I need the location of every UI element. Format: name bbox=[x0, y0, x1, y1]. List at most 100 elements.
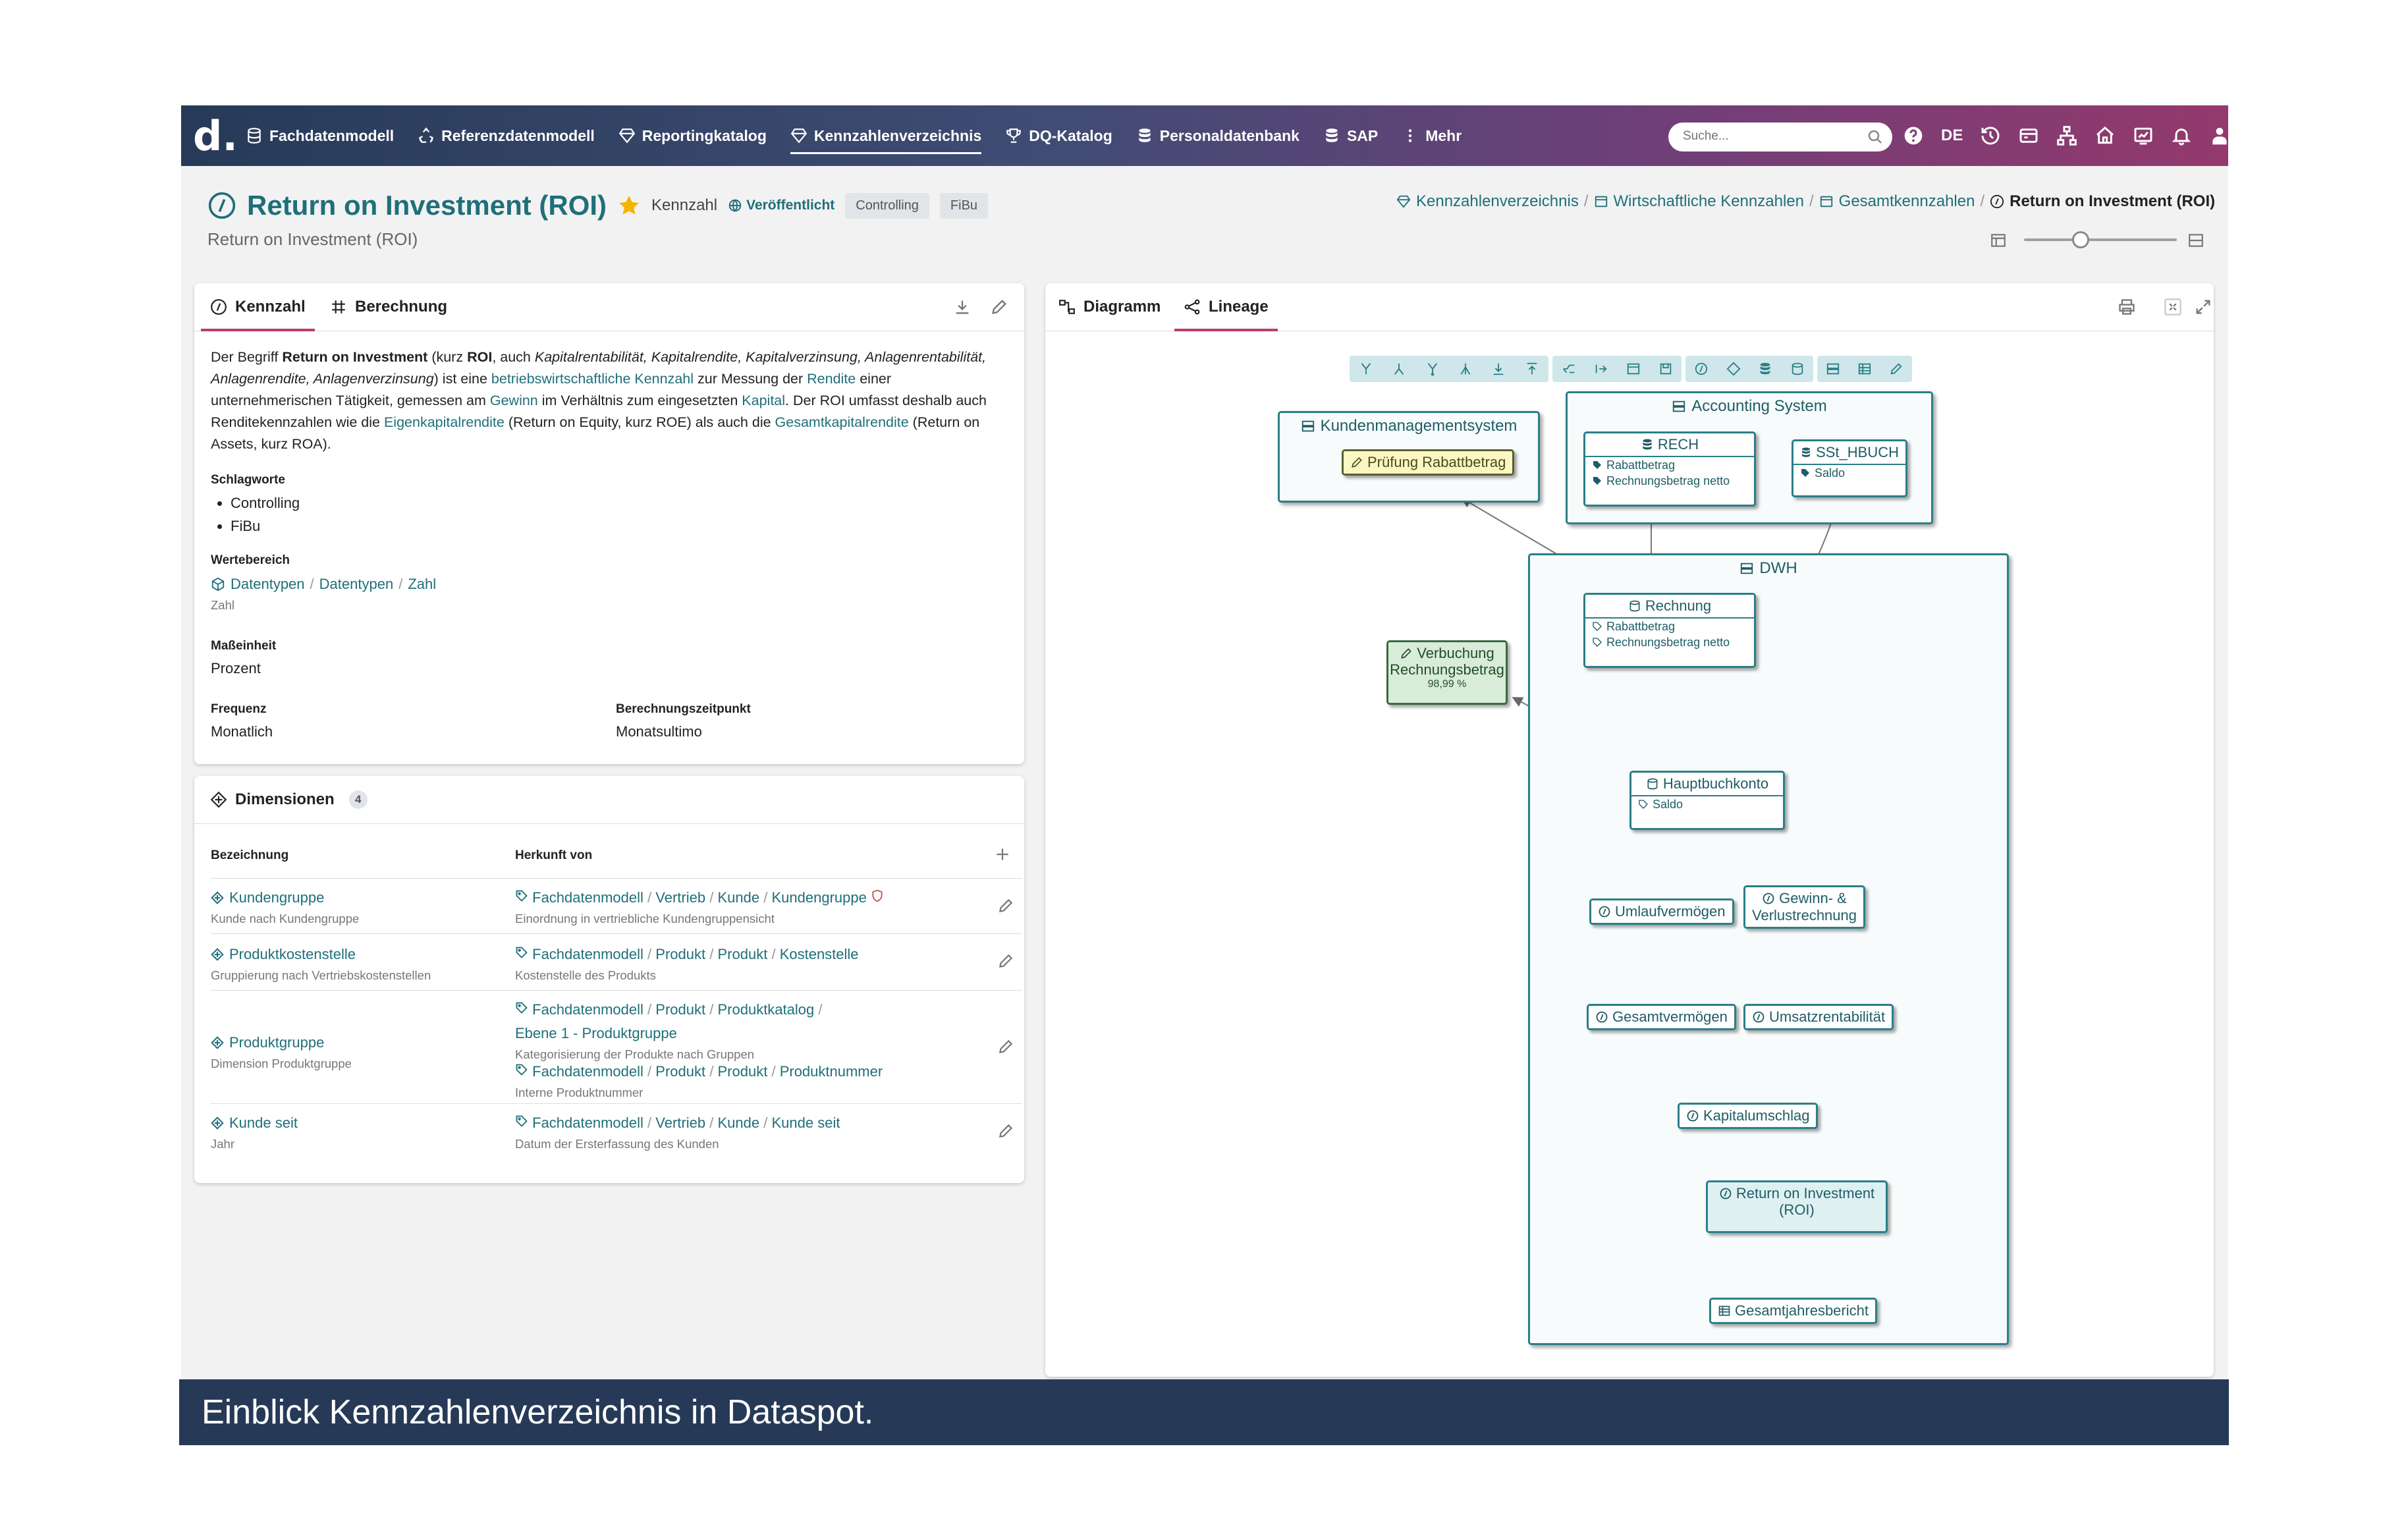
kpi-node-kapitalumschlag[interactable]: Kapitalumschlag bbox=[1678, 1103, 1819, 1129]
dimension-icon bbox=[211, 1036, 224, 1049]
collapse-icon[interactable] bbox=[2164, 298, 2182, 316]
print-icon[interactable] bbox=[2118, 298, 2136, 316]
table-node-hauptbuchkonto[interactable]: Hauptbuchkonto Saldo bbox=[1629, 771, 1785, 830]
zoom-out-icon[interactable] bbox=[1990, 232, 2007, 249]
report-node-gesamtjahresbericht[interactable]: Gesamtjahresbericht bbox=[1709, 1298, 1877, 1324]
dimension-icon bbox=[210, 791, 227, 808]
zoom-in-icon[interactable] bbox=[2187, 232, 2204, 249]
table-node-rechnung[interactable]: Rechnung Rabattbetrag Rechnungsbetrag ne… bbox=[1583, 593, 1756, 668]
dashboard-icon[interactable] bbox=[2133, 125, 2154, 146]
tab-berechnung[interactable]: Berechnung bbox=[330, 283, 447, 331]
nav-item-referenzdatenmodell[interactable]: Referenzdatenmodell bbox=[418, 105, 595, 166]
tab-diagramm[interactable]: Diagramm bbox=[1058, 283, 1161, 331]
table-row[interactable]: Kunde seit Jahr Fachdatenmodell / Vertri… bbox=[211, 1103, 1022, 1163]
link-gewinn[interactable]: Gewinn bbox=[490, 393, 538, 408]
link-rendite[interactable]: Rendite bbox=[807, 371, 856, 387]
kpi-node-umlaufvermoegen[interactable]: Umlaufvermögen bbox=[1589, 898, 1734, 925]
table-row[interactable]: Produktgruppe Dimension Produktgruppe Fa… bbox=[211, 990, 1022, 1104]
nav-item-kennzahlenverzeichnis[interactable]: Kennzahlenverzeichnis bbox=[790, 105, 982, 166]
bell-icon[interactable] bbox=[2171, 125, 2192, 146]
edit-icon[interactable] bbox=[997, 1038, 1014, 1055]
link-gesamtkapitalrendite[interactable]: Gesamtkapitalrendite bbox=[775, 414, 909, 430]
tag-controlling[interactable]: Controlling bbox=[845, 192, 929, 219]
diamond-icon bbox=[618, 128, 635, 144]
lineage-canvas[interactable]: Kundenmanagementsystem Prüfung Rabattbet… bbox=[1045, 331, 2214, 1377]
tab-lineage[interactable]: Lineage bbox=[1174, 283, 1278, 331]
slider-track[interactable] bbox=[2024, 238, 2177, 241]
tag-icon bbox=[1801, 469, 1809, 477]
search-input[interactable] bbox=[1682, 128, 1862, 144]
page-title: Return on Investment (ROI) bbox=[247, 190, 607, 221]
language-switch[interactable]: DE bbox=[1941, 126, 1963, 145]
kpi-node-umsatzrentabilitaet[interactable]: Umsatzrentabilität bbox=[1743, 1004, 1894, 1030]
dimension-name[interactable]: Kundengruppe bbox=[211, 889, 324, 906]
tag-icon bbox=[1639, 800, 1648, 809]
nav-item-fachdatenmodell[interactable]: Fachdatenmodell bbox=[246, 105, 394, 166]
nav-item-sap[interactable]: SAP bbox=[1323, 105, 1378, 166]
dimension-name[interactable]: Produktgruppe bbox=[211, 1034, 324, 1051]
nav-item-dq-katalog[interactable]: DQ-Katalog bbox=[1005, 105, 1112, 166]
rule-node-pruefung-rabattbetrag[interactable]: Prüfung Rabattbetrag bbox=[1342, 449, 1515, 476]
breadcrumb-item[interactable]: Wirtschaftliche Kennzahlen bbox=[1614, 192, 1804, 211]
dimension-source-path-cont: Ebene 1 - Produktgruppe bbox=[515, 1025, 677, 1041]
fullscreen-icon[interactable] bbox=[2194, 298, 2212, 316]
breadcrumb-item[interactable]: Gesamtkennzahlen bbox=[1839, 192, 1975, 211]
dimension-name[interactable]: Kunde seit bbox=[211, 1115, 298, 1132]
zoom-slider[interactable] bbox=[1990, 228, 2207, 250]
nav-item-reportingkatalog[interactable]: Reportingkatalog bbox=[618, 105, 767, 166]
folder-icon bbox=[1820, 196, 1832, 207]
table-row[interactable]: Produktkostenstelle Gruppierung nach Ver… bbox=[211, 933, 1022, 991]
edit-icon[interactable] bbox=[997, 897, 1014, 914]
breadcrumb-item[interactable]: Kennzahlenverzeichnis bbox=[1416, 192, 1579, 211]
dataspot-logo[interactable]: d. bbox=[193, 112, 238, 160]
dimensionen-card: Dimensionen 4 Bezeichnung Herkunft von K… bbox=[194, 776, 1024, 1183]
inbox-icon[interactable] bbox=[2018, 125, 2039, 146]
dimension-source-desc: Einordnung in vertriebliche Kundengruppe… bbox=[515, 912, 775, 925]
quality-node-verbuchung[interactable]: Verbuchung Rechnungsbetrag 98,99 % bbox=[1386, 640, 1508, 705]
edit-icon[interactable] bbox=[997, 952, 1014, 970]
column-header-herkunft: Herkunft von bbox=[515, 848, 593, 862]
tag-fibu[interactable]: FiBu bbox=[939, 192, 989, 219]
kpi-node-gesamtvermoegen[interactable]: Gesamtvermögen bbox=[1587, 1004, 1736, 1030]
table-row[interactable]: Kundengruppe Kunde nach Kundengruppe Fac… bbox=[211, 878, 1022, 934]
attribute: Rechnungsbetrag netto bbox=[1585, 634, 1754, 650]
dimension-icon bbox=[211, 1117, 224, 1130]
edit-icon[interactable] bbox=[997, 1122, 1014, 1140]
hierarchy-icon[interactable] bbox=[2056, 125, 2077, 146]
wertebereich-sub: Zahl bbox=[211, 598, 234, 612]
database-icon bbox=[1802, 447, 1811, 457]
add-icon[interactable] bbox=[994, 846, 1011, 863]
user-icon[interactable] bbox=[2209, 125, 2228, 146]
attribute: Rabattbetrag bbox=[1585, 457, 1754, 473]
nav-item-personaldatenbank[interactable]: Personaldatenbank bbox=[1136, 105, 1300, 166]
dimension-icon bbox=[211, 948, 224, 961]
home-icon[interactable] bbox=[2094, 125, 2116, 146]
slider-handle[interactable] bbox=[2072, 231, 2089, 248]
edit-icon[interactable] bbox=[990, 298, 1008, 316]
kpi-icon bbox=[1753, 1011, 1765, 1023]
cube-icon bbox=[211, 577, 225, 592]
nav-item-mehr[interactable]: Mehr bbox=[1402, 105, 1462, 166]
dimension-desc: Gruppierung nach Vertriebskostenstellen bbox=[211, 968, 431, 982]
search-icon[interactable] bbox=[1867, 129, 1883, 145]
tag-icon bbox=[516, 890, 528, 902]
database-icon bbox=[1643, 439, 1652, 450]
help-icon[interactable] bbox=[1903, 125, 1924, 146]
link-betriebswirtschaftliche-kennzahl[interactable]: betriebswirtschaftliche Kennzahl bbox=[491, 371, 694, 387]
download-icon[interactable] bbox=[953, 298, 971, 316]
history-icon[interactable] bbox=[1980, 125, 2001, 146]
tag-icon bbox=[1593, 638, 1602, 647]
page-header: Return on Investment (ROI) Kennzahl Verö… bbox=[207, 190, 989, 221]
dimension-source-path: Fachdatenmodell / Vertrieb / Kunde / Kun… bbox=[515, 889, 884, 906]
table-node-sst-hbuch[interactable]: SSt_HBUCH Saldo bbox=[1792, 439, 1907, 497]
kpi-node-gewinn-verlustrechnung[interactable]: Gewinn- & Verlustrechnung bbox=[1743, 885, 1865, 929]
kennzahl-card: Kennzahl Berechnung Der Begriff Return o… bbox=[194, 283, 1024, 764]
table-node-rech[interactable]: RECH Rabattbetrag Rechnungsbetrag netto bbox=[1583, 431, 1756, 507]
link-eigenkapitalrendite[interactable]: Eigenkapitalrendite bbox=[384, 414, 505, 430]
kpi-node-roi[interactable]: Return on Investment (ROI) bbox=[1706, 1180, 1888, 1233]
link-kapital[interactable]: Kapital bbox=[742, 393, 785, 408]
star-icon[interactable] bbox=[617, 194, 641, 217]
tab-kennzahl[interactable]: Kennzahl bbox=[201, 283, 315, 331]
dimension-name[interactable]: Produktkostenstelle bbox=[211, 946, 356, 963]
image-caption: Einblick Kennzahlenverzeichnis in Datasp… bbox=[179, 1379, 2229, 1445]
